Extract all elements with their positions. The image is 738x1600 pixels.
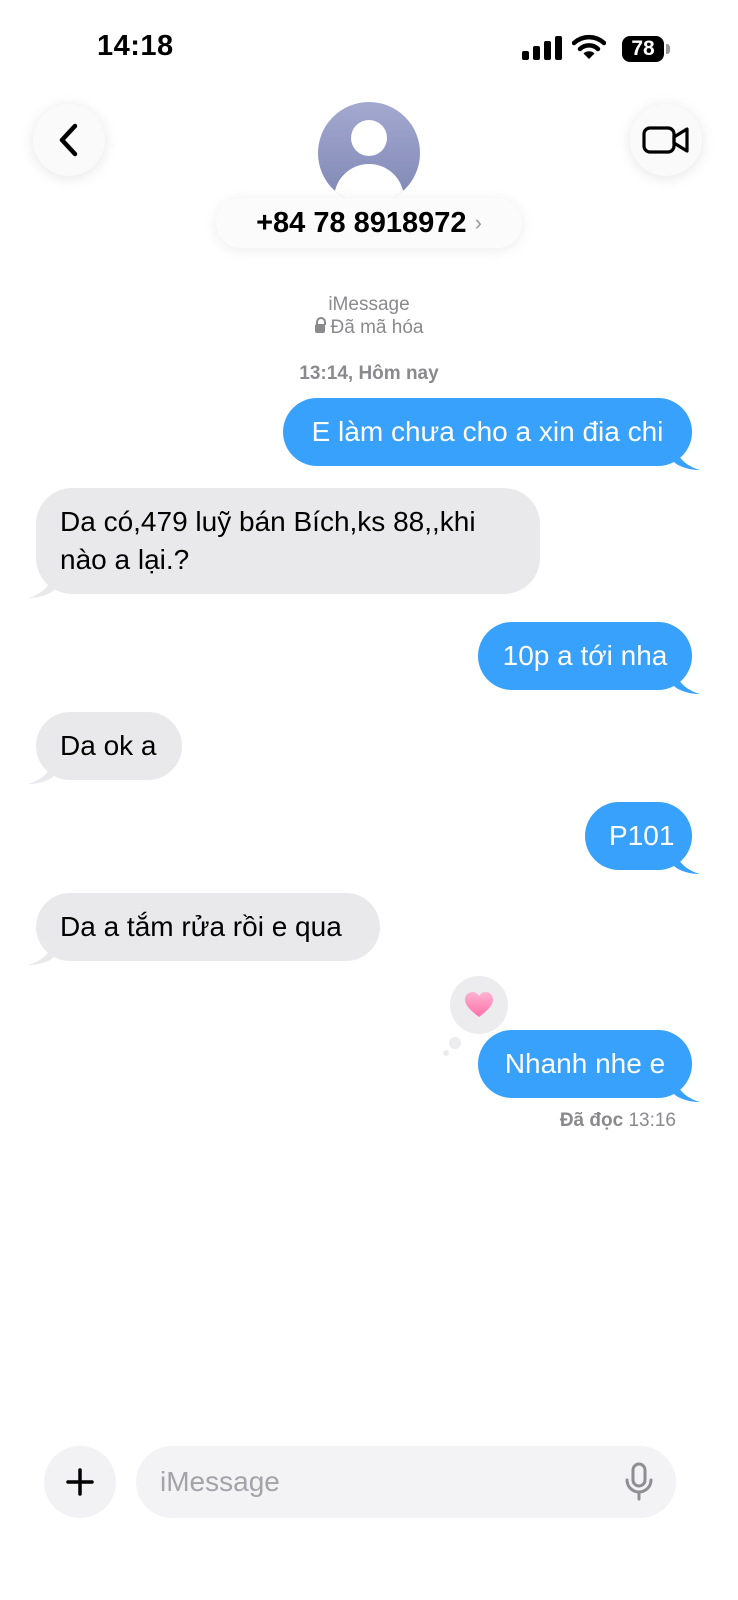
read-receipt-label: Đã đọc <box>559 1110 624 1131</box>
message-bubble-sent[interactable]: Nhanh nhe e <box>478 1030 700 1102</box>
video-camera-icon <box>642 126 689 154</box>
facetime-video-button[interactable] <box>630 104 702 176</box>
message-bubble-sent[interactable]: P101 <box>585 802 700 874</box>
lock-icon <box>314 317 326 333</box>
message-text: P101 <box>609 820 675 851</box>
message-text: Nhanh nhe e <box>504 1048 666 1079</box>
contact-name: +84 78 8918972 <box>256 206 467 239</box>
reaction-dot <box>443 1050 449 1056</box>
bubble-tail <box>28 574 54 598</box>
bubble-tail <box>28 760 54 784</box>
message-text: 10p a tới nha <box>502 640 668 671</box>
message-text: Da ok a <box>60 730 157 761</box>
read-receipt: Đã đọc 13:16 <box>560 1110 676 1132</box>
message-input[interactable] <box>136 1446 676 1518</box>
bubble-tail <box>674 446 700 470</box>
battery-icon: 78 <box>622 36 664 62</box>
chevron-right-icon: › <box>474 210 482 235</box>
bubble-tail <box>674 1078 700 1102</box>
thread-timestamp: 13:14, Hôm nay <box>299 363 439 384</box>
encryption-text: Đã mã hóa <box>330 317 424 338</box>
wifi-icon <box>572 34 606 59</box>
message-bubble-received[interactable]: Da a tắm rửa rồi e qua <box>28 893 380 965</box>
bubble-tail <box>674 850 700 874</box>
message-bubble-received[interactable]: Da có,479 luỹ bán Bích,ks 88,,khi nào a … <box>28 488 540 598</box>
tapback-reaction[interactable] <box>450 976 508 1034</box>
bubble-tail <box>674 670 700 694</box>
reaction-dot <box>449 1037 461 1049</box>
bubble-tail <box>28 941 54 965</box>
service-label: iMessage <box>328 294 410 315</box>
message-bubble-sent[interactable]: 10p a tới nha <box>478 622 700 694</box>
microphone-icon[interactable] <box>624 1462 654 1502</box>
plus-icon <box>66 1468 94 1496</box>
message-bubble-received[interactable]: Da ok a <box>28 712 182 784</box>
cellular-signal-icon <box>522 36 562 60</box>
encryption-label: Đã mã hóa <box>0 317 738 339</box>
add-attachment-button[interactable] <box>44 1446 116 1518</box>
message-text: E làm chưa cho a xin đia chi <box>311 416 664 447</box>
read-receipt-time: 13:16 <box>628 1110 676 1131</box>
message-bubble-sent[interactable]: E làm chưa cho a xin đia chi <box>283 398 700 470</box>
chevron-left-icon <box>59 123 78 157</box>
message-text: Da a tắm rửa rồi e qua <box>60 911 342 942</box>
status-time: 14:18 <box>97 30 174 62</box>
battery-cap <box>666 44 670 54</box>
contact-details-button[interactable]: +84 78 8918972 › <box>216 198 522 248</box>
back-button[interactable] <box>33 104 105 176</box>
message-text: Da có,479 luỹ bán Bích,ks 88,,khi nào a … <box>60 506 476 575</box>
contact-avatar[interactable] <box>318 102 420 204</box>
heart-icon <box>465 992 493 1017</box>
